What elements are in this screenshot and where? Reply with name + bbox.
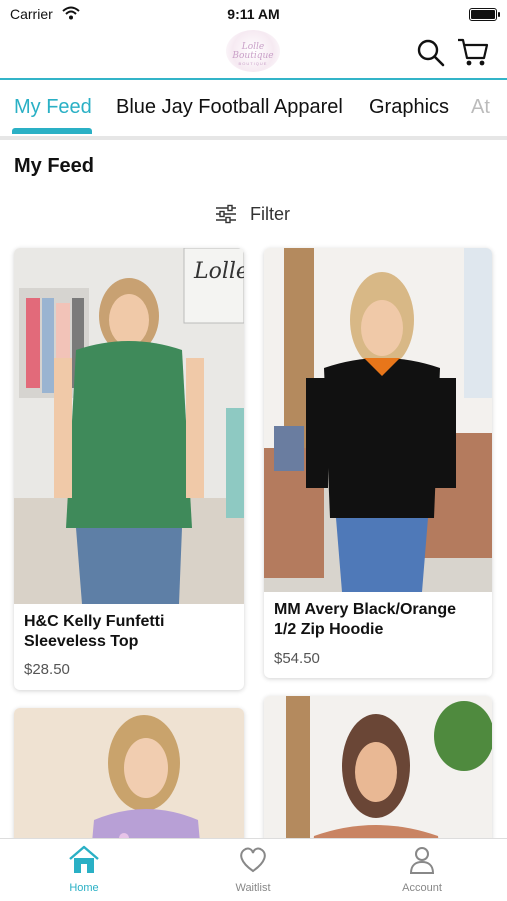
home-icon [69, 845, 99, 873]
tab-partial[interactable]: At [471, 96, 490, 119]
product-name-line2: Sleeveless Top [24, 633, 139, 650]
active-tab-indicator [12, 128, 92, 134]
logo-subtext: BOUTIQUE [238, 61, 268, 66]
svg-text:Lolle: Lolle [193, 259, 244, 284]
tabs-divider [0, 136, 507, 140]
product-price: $54.50 [274, 650, 320, 667]
status-bar: Carrier 9:11 AM [0, 0, 507, 28]
product-name-line2: 1/2 Zip Hoodie [274, 621, 384, 638]
cart-icon[interactable] [456, 36, 490, 68]
product-name-line1: MM Avery Black/Orange [274, 601, 456, 618]
tab-my-feed[interactable]: My Feed [14, 96, 92, 119]
bottom-tab-bar: Home Waitlist Account [0, 838, 507, 901]
tab-home-label: Home [69, 882, 99, 894]
product-image[interactable] [264, 248, 492, 592]
tab-account-label: Account [402, 882, 442, 894]
app-header: Lolle Boutique BOUTIQUE [0, 28, 507, 78]
tab-graphics[interactable]: Graphics [369, 96, 449, 119]
product-card[interactable]: Lolle H&C Kelly Funfetti Sleeveless Top … [14, 248, 244, 690]
page-title: My Feed [14, 155, 95, 177]
filter-button[interactable]: Filter [214, 200, 290, 228]
brand-logo[interactable]: Lolle Boutique BOUTIQUE [226, 30, 280, 72]
product-name-line1: H&C Kelly Funfetti [24, 613, 165, 630]
filter-label: Filter [250, 203, 290, 224]
logo-text: Lolle Boutique [232, 42, 274, 61]
tab-blue-jay-football-apparel[interactable]: Blue Jay Football Apparel [116, 96, 343, 119]
heart-icon [240, 847, 266, 873]
tab-waitlist-label: Waitlist [235, 882, 271, 894]
person-icon [409, 847, 435, 874]
product-image[interactable]: Lolle [14, 248, 244, 604]
category-tabs: My Feed Blue Jay Football Apparel Graphi… [0, 80, 507, 136]
tab-home[interactable]: Home [29, 845, 139, 894]
product-card[interactable]: MM Avery Black/Orange 1/2 Zip Hoodie $54… [264, 248, 492, 678]
search-icon[interactable] [416, 38, 446, 68]
battery-icon [469, 8, 500, 21]
tab-waitlist[interactable]: Waitlist [198, 845, 308, 894]
tab-account[interactable]: Account [367, 845, 477, 894]
clock: 9:11 AM [227, 6, 280, 22]
sliders-icon [216, 204, 236, 224]
product-price: $28.50 [24, 661, 70, 678]
